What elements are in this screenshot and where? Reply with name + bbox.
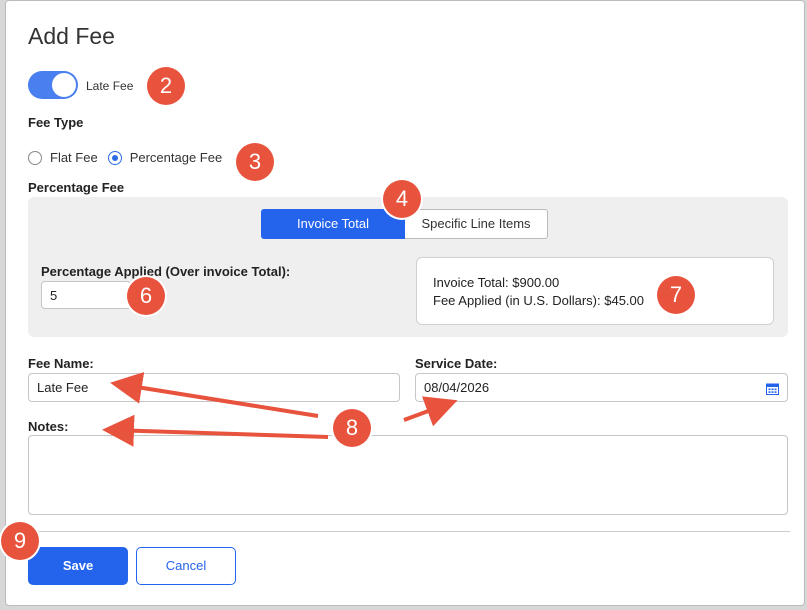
- annotation-badge-8: 8: [333, 409, 371, 447]
- annotation-badge-4: 4: [383, 180, 421, 218]
- annotation-badge-7: 7: [657, 276, 695, 314]
- arrow-to-fee-name: [110, 371, 319, 418]
- annotation-badge-2: 2: [147, 67, 185, 105]
- arrow-to-notes: [102, 414, 329, 447]
- annotation-badge-6: 6: [127, 277, 165, 315]
- annotation-badge-3: 3: [236, 143, 274, 181]
- annotation-badge-9: 9: [1, 522, 39, 560]
- arrow-to-service-date: [403, 396, 458, 427]
